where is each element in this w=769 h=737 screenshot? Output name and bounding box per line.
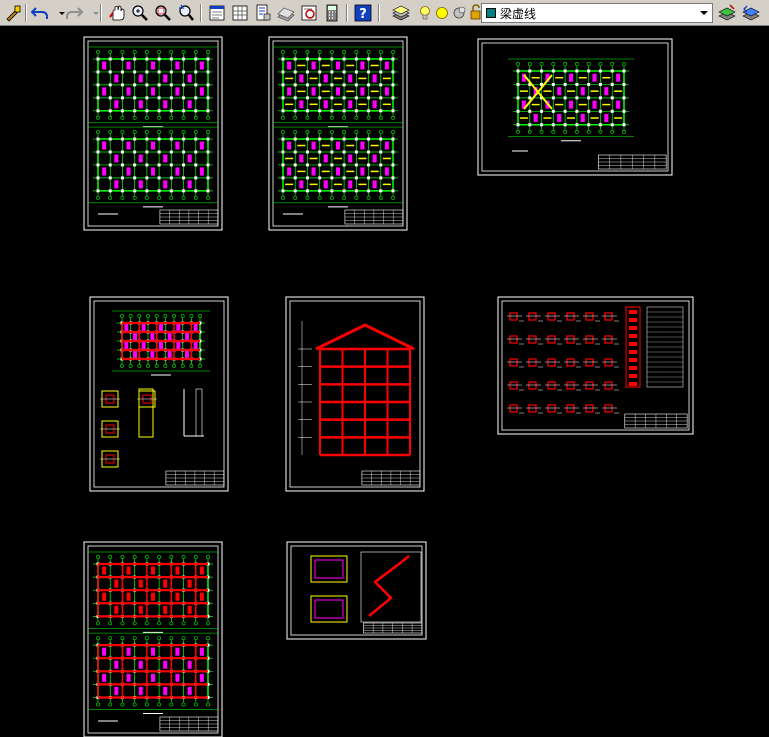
match-properties-icon[interactable] — [3, 3, 23, 23]
undo-dropdown-icon[interactable] — [52, 3, 65, 23]
standard-toolbar: ? 梁虚线 — [0, 0, 769, 26]
properties-icon[interactable] — [207, 3, 227, 23]
sheet-set-icon[interactable] — [276, 3, 296, 23]
toolbar-separator — [346, 4, 348, 22]
make-current-icon[interactable] — [717, 3, 737, 23]
toolbar-separator — [200, 4, 202, 22]
pan-icon[interactable] — [107, 3, 127, 23]
zoom-previous-icon[interactable] — [176, 3, 196, 23]
tool-palettes-icon[interactable] — [253, 3, 273, 23]
layer-name: 梁虚线 — [500, 6, 537, 21]
markup-icon[interactable] — [299, 3, 319, 23]
layer-dropdown[interactable]: 梁虚线 — [481, 3, 713, 23]
toolbar-separator — [25, 4, 27, 22]
layer-color-icon — [486, 8, 496, 18]
layer-dropdown-icon[interactable] — [697, 5, 711, 21]
calculator-icon[interactable] — [322, 3, 342, 23]
zoom-realtime-icon[interactable] — [130, 3, 150, 23]
redo-icon[interactable] — [64, 3, 84, 23]
zoom-window-icon[interactable] — [153, 3, 173, 23]
drawing-canvas[interactable] — [0, 26, 769, 737]
svg-text:?: ? — [359, 7, 367, 22]
layer-on-icon[interactable] — [415, 3, 430, 23]
layer-unlock-icon[interactable] — [467, 3, 481, 23]
layer-manager-icon[interactable] — [391, 3, 411, 23]
toolbar-separator — [378, 4, 380, 22]
layer-previous-icon[interactable] — [741, 3, 761, 23]
layer-lock-icon[interactable] — [450, 3, 466, 23]
layer-freeze-icon[interactable] — [432, 3, 448, 23]
redo-dropdown-icon[interactable] — [86, 3, 99, 23]
undo-icon[interactable] — [30, 3, 50, 23]
toolbar-separator — [100, 4, 102, 22]
help-icon[interactable]: ? — [353, 3, 373, 23]
design-center-icon[interactable] — [230, 3, 250, 23]
